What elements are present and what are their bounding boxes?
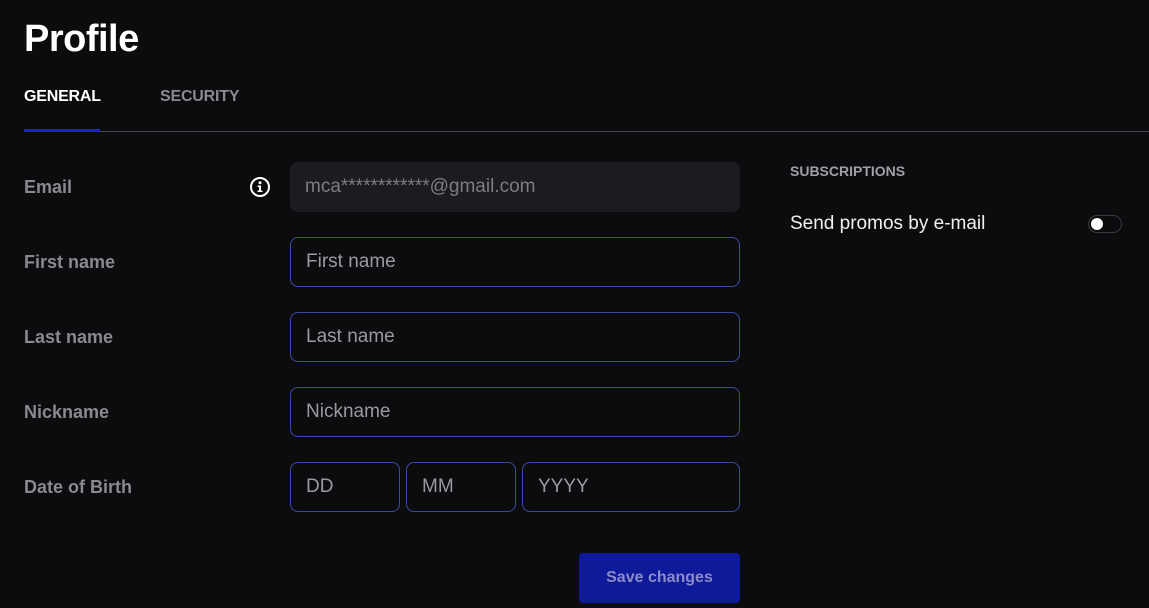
email-label: Email: [24, 177, 73, 197]
dob-year-input[interactable]: YYYY: [522, 462, 740, 512]
tab-bar: GENERAL SECURITY: [0, 80, 1149, 132]
first-name-input[interactable]: First name: [290, 237, 740, 287]
page-title: Profile: [24, 18, 139, 60]
last-name-input[interactable]: Last name: [290, 312, 740, 362]
promo-email-toggle[interactable]: [1088, 215, 1122, 233]
first-name-label: First name: [24, 252, 116, 272]
nickname-input[interactable]: Nickname: [290, 387, 740, 437]
email-field: mca************@gmail.com: [290, 162, 740, 212]
active-tab-indicator: [24, 129, 100, 132]
promo-email-label: Send promos by e-mail: [790, 213, 986, 234]
toggle-knob: [1091, 218, 1103, 230]
tab-general[interactable]: GENERAL: [24, 88, 101, 106]
nickname-label: Nickname: [24, 402, 110, 422]
tabs-divider: [24, 131, 1149, 132]
dob-month-input[interactable]: MM: [406, 462, 516, 512]
subscriptions-heading: SUBSCRIPTIONS: [790, 163, 906, 179]
dob-day-input[interactable]: DD: [290, 462, 400, 512]
save-changes-button[interactable]: Save changes: [579, 553, 740, 603]
info-icon[interactable]: [249, 176, 271, 198]
tab-security[interactable]: SECURITY: [160, 88, 240, 106]
last-name-label: Last name: [24, 327, 114, 347]
dob-label: Date of Birth: [24, 477, 132, 497]
